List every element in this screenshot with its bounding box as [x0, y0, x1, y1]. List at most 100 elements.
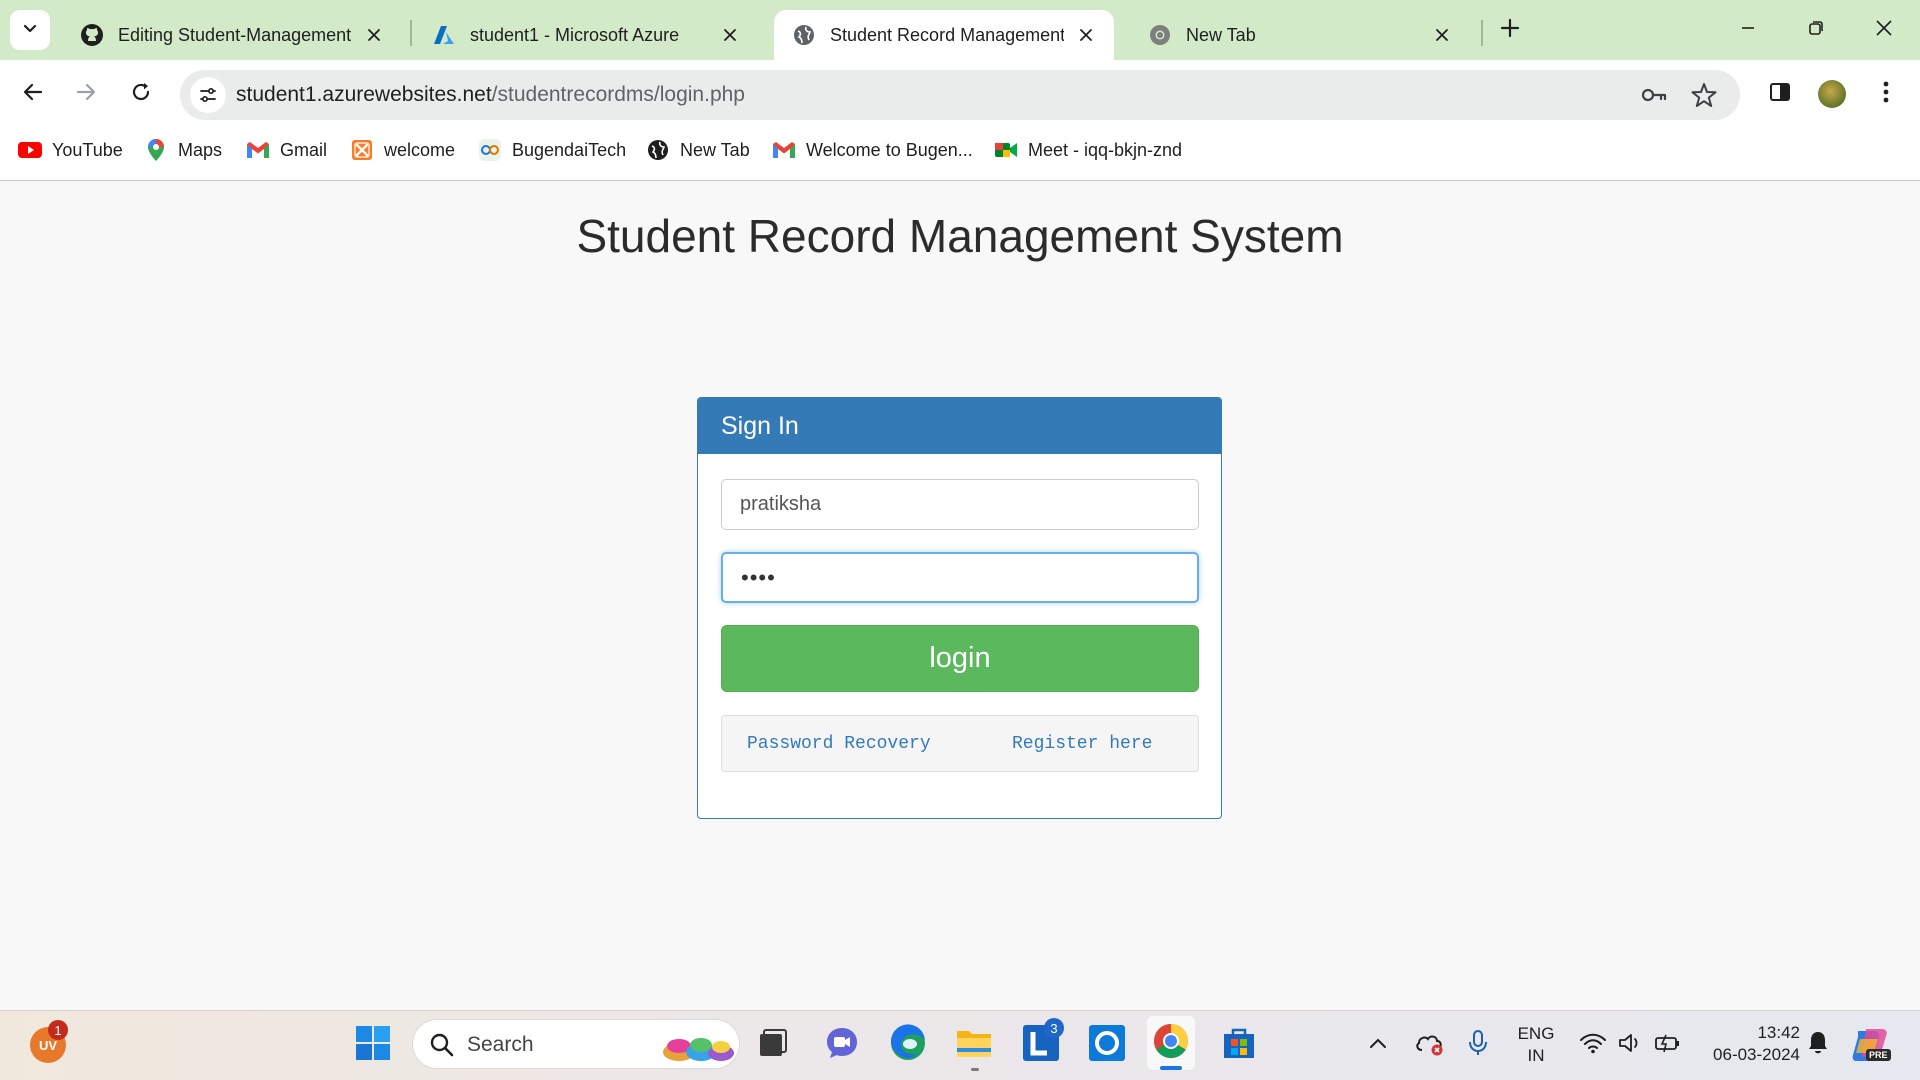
tab-student-record[interactable]: Student Record Management Sy — [774, 10, 1114, 60]
battery-icon — [1654, 1032, 1682, 1059]
chevron-up-icon — [1369, 1036, 1387, 1054]
tab-new-tab[interactable]: New Tab — [1130, 10, 1470, 60]
microsoft-store-button[interactable] — [1215, 1021, 1263, 1069]
taskbar-search[interactable]: Search — [412, 1019, 740, 1069]
tab-search-button[interactable] — [10, 10, 50, 50]
browser-toolbar: student1.azurewebsites.net/studentrecord… — [0, 60, 1920, 190]
quick-settings-button[interactable] — [1572, 1021, 1690, 1069]
bookmark-meet[interactable]: Meet - iqq-bkjn-znd — [994, 130, 1182, 170]
close-icon — [1875, 19, 1893, 42]
lync-badge: 3 — [1044, 1018, 1064, 1038]
chrome-icon — [1148, 23, 1172, 47]
bookmark-youtube[interactable]: YouTube — [18, 130, 123, 170]
arrow-left-icon — [22, 81, 44, 108]
side-panel-icon — [1769, 81, 1791, 108]
bookmark-maps[interactable]: Maps — [144, 130, 222, 170]
register-link[interactable]: Register here — [1012, 734, 1152, 754]
more-vertical-icon — [1882, 80, 1890, 109]
tab-azure[interactable]: student1 - Microsoft Azure — [414, 10, 758, 60]
teams-chat-button[interactable] — [818, 1021, 866, 1069]
arrow-right-icon — [75, 81, 97, 108]
address-bar[interactable]: student1.azurewebsites.net/studentrecord… — [180, 70, 1740, 120]
restore-button[interactable] — [1796, 12, 1836, 48]
cloud-error-icon — [1414, 1030, 1446, 1061]
auth-links: Password Recovery Register here — [721, 715, 1199, 772]
tab-github[interactable]: Editing Student-Management- — [62, 10, 402, 60]
notifications-button[interactable] — [1798, 1021, 1838, 1069]
minimize-button[interactable] — [1728, 12, 1768, 48]
file-explorer-button[interactable] — [950, 1021, 998, 1069]
copilot-button[interactable]: PRE — [1846, 1021, 1894, 1069]
username-field[interactable]: pratiksha — [721, 479, 1199, 530]
close-icon[interactable] — [1074, 23, 1098, 47]
menu-button[interactable] — [1868, 76, 1904, 112]
key-icon[interactable] — [1640, 81, 1668, 109]
edge-button[interactable] — [884, 1021, 932, 1069]
tab-title: student1 - Microsoft Azure — [470, 24, 680, 45]
side-panel-button[interactable] — [1762, 76, 1798, 112]
maps-icon — [144, 138, 168, 162]
web-page: Student Record Management System Sign In… — [0, 181, 1920, 1010]
bookmark-label: Meet - iqq-bkjn-znd — [1028, 139, 1183, 160]
tab-title: New Tab — [1186, 24, 1256, 45]
password-field[interactable]: •••• — [721, 552, 1199, 603]
tab-strip: Editing Student-Management- student1 - M… — [0, 0, 1920, 60]
tab-title: Editing Student-Management- — [118, 24, 352, 45]
wifi-icon — [1580, 1032, 1606, 1059]
task-view-button[interactable] — [749, 1021, 797, 1069]
clock-date: 06-03-2024 — [1713, 1045, 1800, 1064]
cortana-button[interactable] — [1083, 1021, 1131, 1069]
new-tab-button[interactable] — [1494, 14, 1526, 46]
bookmark-welcome-to-bugen[interactable]: Welcome to Bugen... — [772, 130, 973, 170]
close-icon[interactable] — [718, 23, 742, 47]
close-icon[interactable] — [1430, 23, 1454, 47]
gmail-icon — [772, 138, 796, 162]
close-window-button[interactable] — [1864, 12, 1904, 48]
windows-icon — [355, 1025, 391, 1066]
bookmark-bugendaitech[interactable]: BugendaiTech — [478, 130, 626, 170]
holi-colors-icon — [661, 1026, 735, 1069]
site-info-icon[interactable] — [190, 77, 226, 113]
youtube-icon — [18, 138, 42, 162]
search-label: Search — [467, 1033, 534, 1056]
onedrive-button[interactable] — [1410, 1021, 1450, 1069]
sign-in-panel: Sign In pratiksha •••• login Password Re… — [697, 397, 1222, 819]
chevron-down-icon — [22, 20, 38, 41]
password-recovery-link[interactable]: Password Recovery — [747, 734, 931, 754]
minimize-icon — [1740, 20, 1756, 41]
reload-button[interactable] — [123, 76, 159, 112]
username-value: pratiksha — [740, 493, 822, 515]
microphone-button[interactable] — [1460, 1021, 1496, 1069]
bookmark-label: Maps — [178, 139, 223, 160]
show-hidden-icons-button[interactable] — [1360, 1021, 1396, 1069]
language-indicator[interactable]: ENG IN — [1508, 1023, 1564, 1067]
bookmark-new-tab[interactable]: New Tab — [646, 130, 750, 170]
profile-button[interactable] — [1814, 76, 1850, 112]
bookmark-label: New Tab — [680, 139, 750, 160]
tab-title: Student Record Management Sy — [830, 24, 1064, 45]
cortana-icon — [1088, 1024, 1126, 1067]
github-icon — [80, 23, 104, 47]
login-button[interactable]: login — [721, 625, 1199, 692]
url-text: student1.azurewebsites.net/studentrecord… — [236, 83, 745, 107]
avatar — [1818, 80, 1846, 108]
bookmark-gmail[interactable]: Gmail — [246, 130, 327, 170]
xampp-icon — [350, 138, 374, 162]
chrome-icon — [1152, 1022, 1190, 1065]
active-app-indicator — [1160, 1066, 1182, 1070]
back-button[interactable] — [15, 76, 51, 112]
bookmarks-bar: YouTube Maps Gmail welcome BugendaiTech … — [0, 130, 1920, 170]
clock[interactable]: 13:42 06-03-2024 — [1696, 1022, 1800, 1066]
globe-icon — [792, 23, 816, 47]
forward-button[interactable] — [68, 76, 104, 112]
bookmark-welcome[interactable]: welcome — [350, 130, 455, 170]
clock-time: 13:42 — [1757, 1023, 1800, 1042]
language-line1: ENG — [1517, 1024, 1555, 1043]
star-icon[interactable] — [1690, 81, 1718, 109]
volume-icon — [1618, 1032, 1642, 1059]
chrome-button[interactable] — [1147, 1016, 1195, 1070]
bookmark-label: Gmail — [280, 139, 328, 160]
start-button[interactable] — [349, 1021, 397, 1069]
close-icon[interactable] — [362, 23, 386, 47]
bell-icon — [1807, 1030, 1829, 1061]
